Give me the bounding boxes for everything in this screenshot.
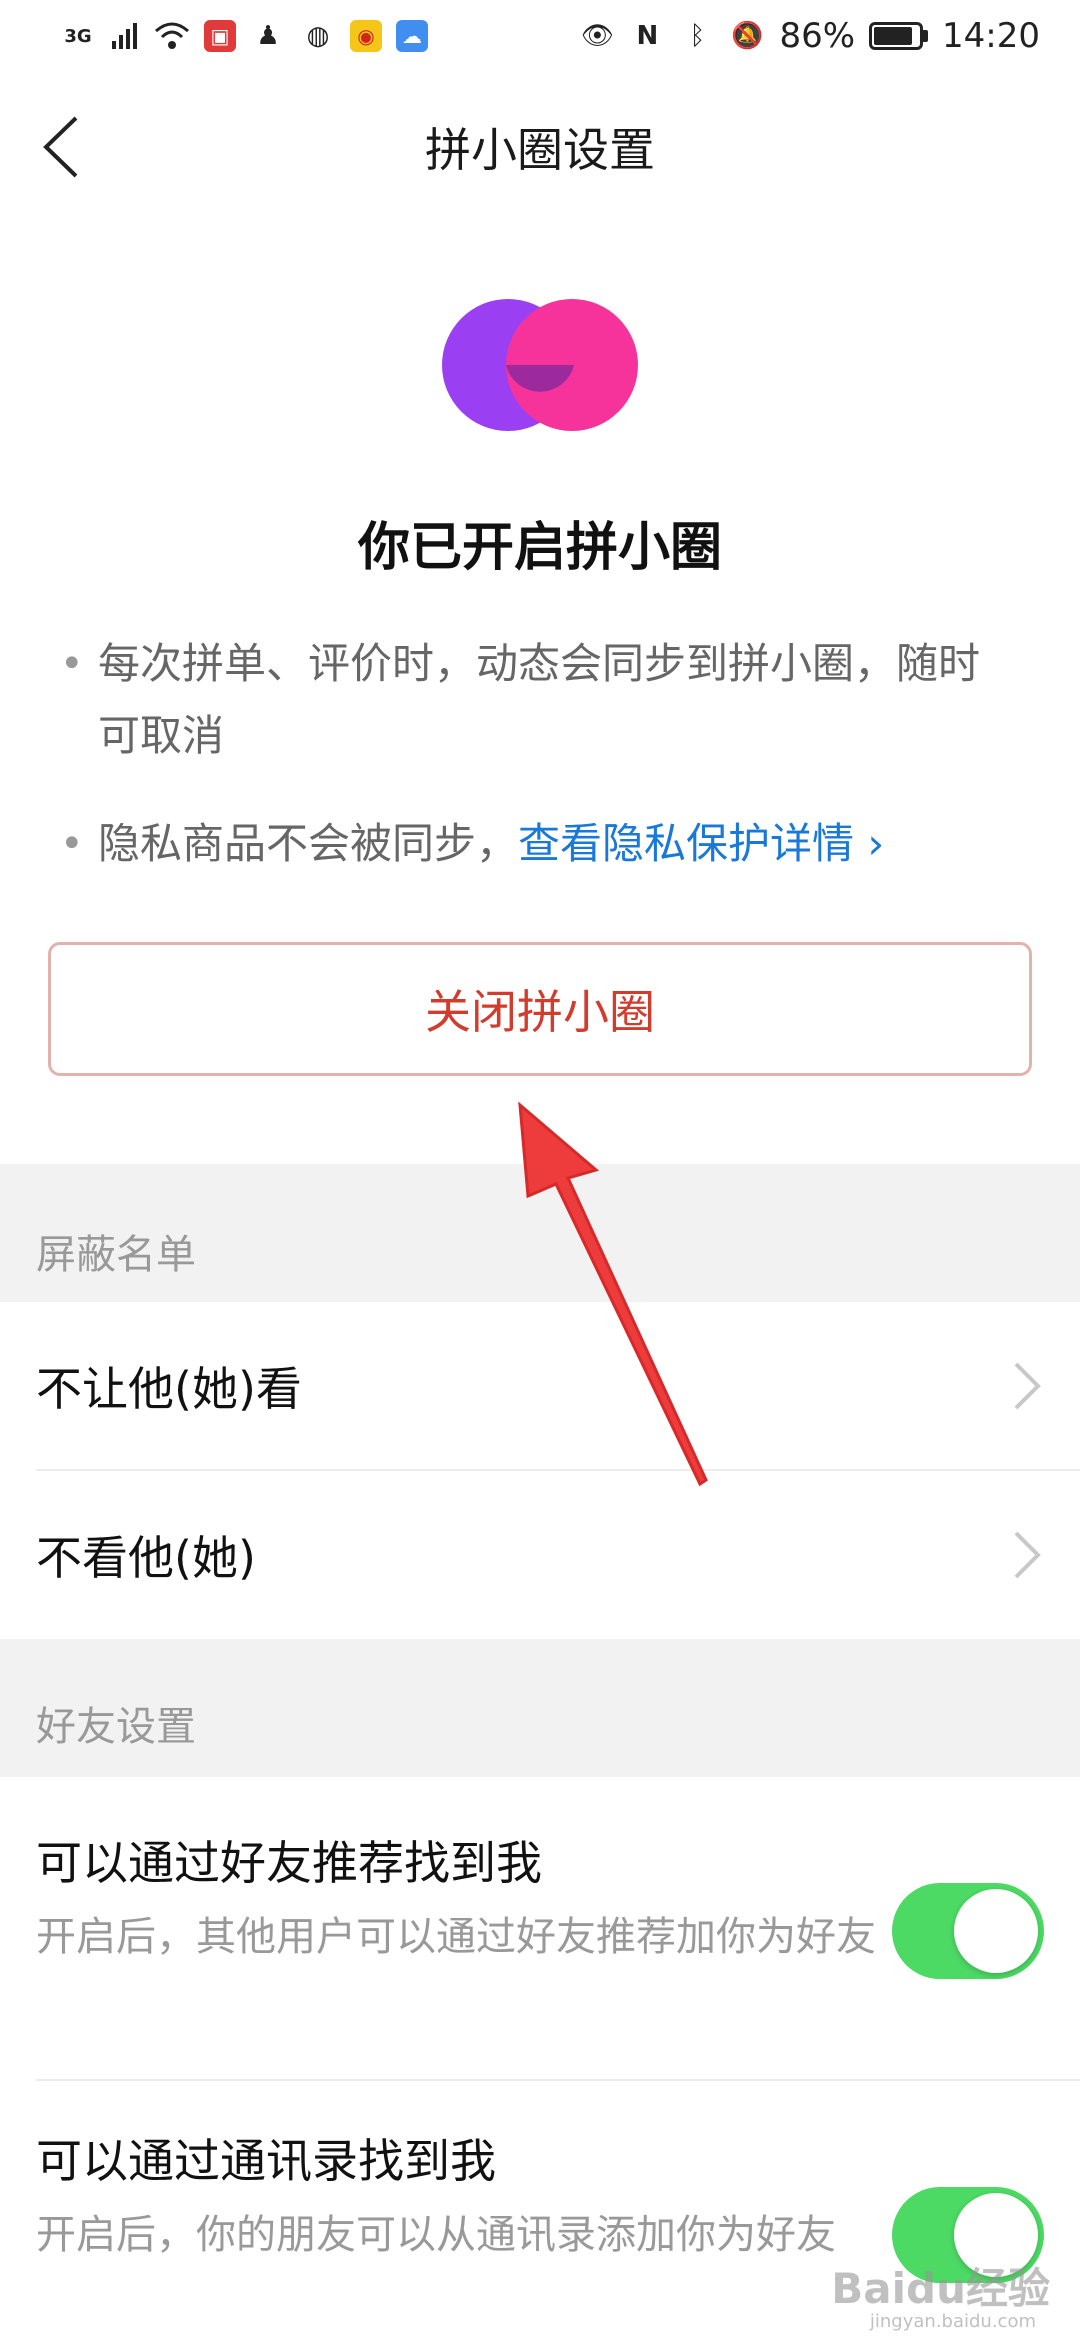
hero-title: 你已开启拼小圈 xyxy=(357,518,722,578)
toggle-desc: 开启后，你的朋友可以从通讯录添加你为好友 xyxy=(36,2212,836,2258)
row-label: 不让他(她)看 xyxy=(36,1362,302,1416)
mute-bell-icon: 🔕 xyxy=(731,21,764,51)
battery-percent: 86% xyxy=(779,16,856,56)
status-left: 3G ▣ ♟ ◍ ◉ ☁ xyxy=(60,18,428,54)
pinxiaoquan-logo-icon xyxy=(442,299,638,431)
row-hide-from[interactable]: 不让他(她)看 xyxy=(0,1302,1080,1470)
book-app-icon: ▣ xyxy=(204,20,236,52)
wifi-icon xyxy=(155,22,189,49)
bullet-dot: • xyxy=(60,821,84,867)
bullet-privacy-info: • 隐私商品不会被同步， 查看隐私保护详情 › xyxy=(60,808,1020,880)
status-bar: 3G ▣ ♟ ◍ ◉ ☁ 👁 N ᛒ 🔕 86% 14:20 xyxy=(0,0,1080,72)
page-title: 拼小圈设置 xyxy=(425,123,655,177)
clock: 14:20 xyxy=(942,16,1040,56)
nav-bar: 拼小圈设置 xyxy=(0,72,1080,222)
toggle-title: 可以通过通讯录找到我 xyxy=(36,2134,496,2188)
ball-app-icon: ◍ xyxy=(306,21,330,51)
watermark: Baidu经验 xyxy=(831,2264,1050,2313)
row-label: 不看他(她) xyxy=(36,1531,256,1585)
nfc-icon: N xyxy=(636,21,659,51)
back-arrow-icon[interactable] xyxy=(28,112,98,182)
status-right: 👁 N ᛒ 🔕 86% 14:20 xyxy=(579,16,1040,56)
close-pinxiaoquan-button[interactable]: 关闭拼小圈 xyxy=(48,942,1032,1076)
bullet-text: 每次拼单、评价时，动态会同步到拼小圈，随时可取消 xyxy=(98,639,981,760)
friend-recommend-toggle[interactable] xyxy=(892,1883,1044,1979)
watermark-sub: jingyan.baidu.com xyxy=(869,2311,1036,2332)
signal-icon xyxy=(112,23,137,49)
row-friend-recommend: 可以通过好友推荐找到我 开启后，其他用户可以通过好友推荐加你为好友 xyxy=(0,1777,1080,2079)
bullet-text: 隐私商品不会被同步， xyxy=(98,819,519,868)
bullet-dot: • xyxy=(60,641,84,687)
toggle-desc: 开启后，其他用户可以通过好友推荐加你为好友 xyxy=(36,1914,876,1960)
section-header-block: 屏蔽名单 xyxy=(0,1200,1080,1302)
toggle-title: 可以通过好友推荐找到我 xyxy=(36,1836,542,1890)
bullet-sync-info: • 每次拼单、评价时，动态会同步到拼小圈，随时可取消 xyxy=(60,628,1020,772)
battery-icon xyxy=(869,22,929,50)
section-header-friends: 好友设置 xyxy=(0,1639,1080,1777)
weibo-icon: ◉ xyxy=(350,20,382,52)
privacy-details-link[interactable]: 查看隐私保护详情 › xyxy=(518,808,884,880)
qq-icon: ♟ xyxy=(256,21,280,51)
cloud-app-icon: ☁ xyxy=(396,20,428,52)
chevron-right-icon xyxy=(1014,1362,1041,1410)
eye-icon: 👁 xyxy=(580,21,614,51)
bluetooth-icon: ᛒ xyxy=(689,21,706,51)
chevron-right-icon xyxy=(1014,1531,1041,1579)
network-type: 3G xyxy=(64,25,92,47)
toggle-knob xyxy=(954,1889,1038,1973)
row-dont-see[interactable]: 不看他(她) xyxy=(0,1471,1080,1639)
